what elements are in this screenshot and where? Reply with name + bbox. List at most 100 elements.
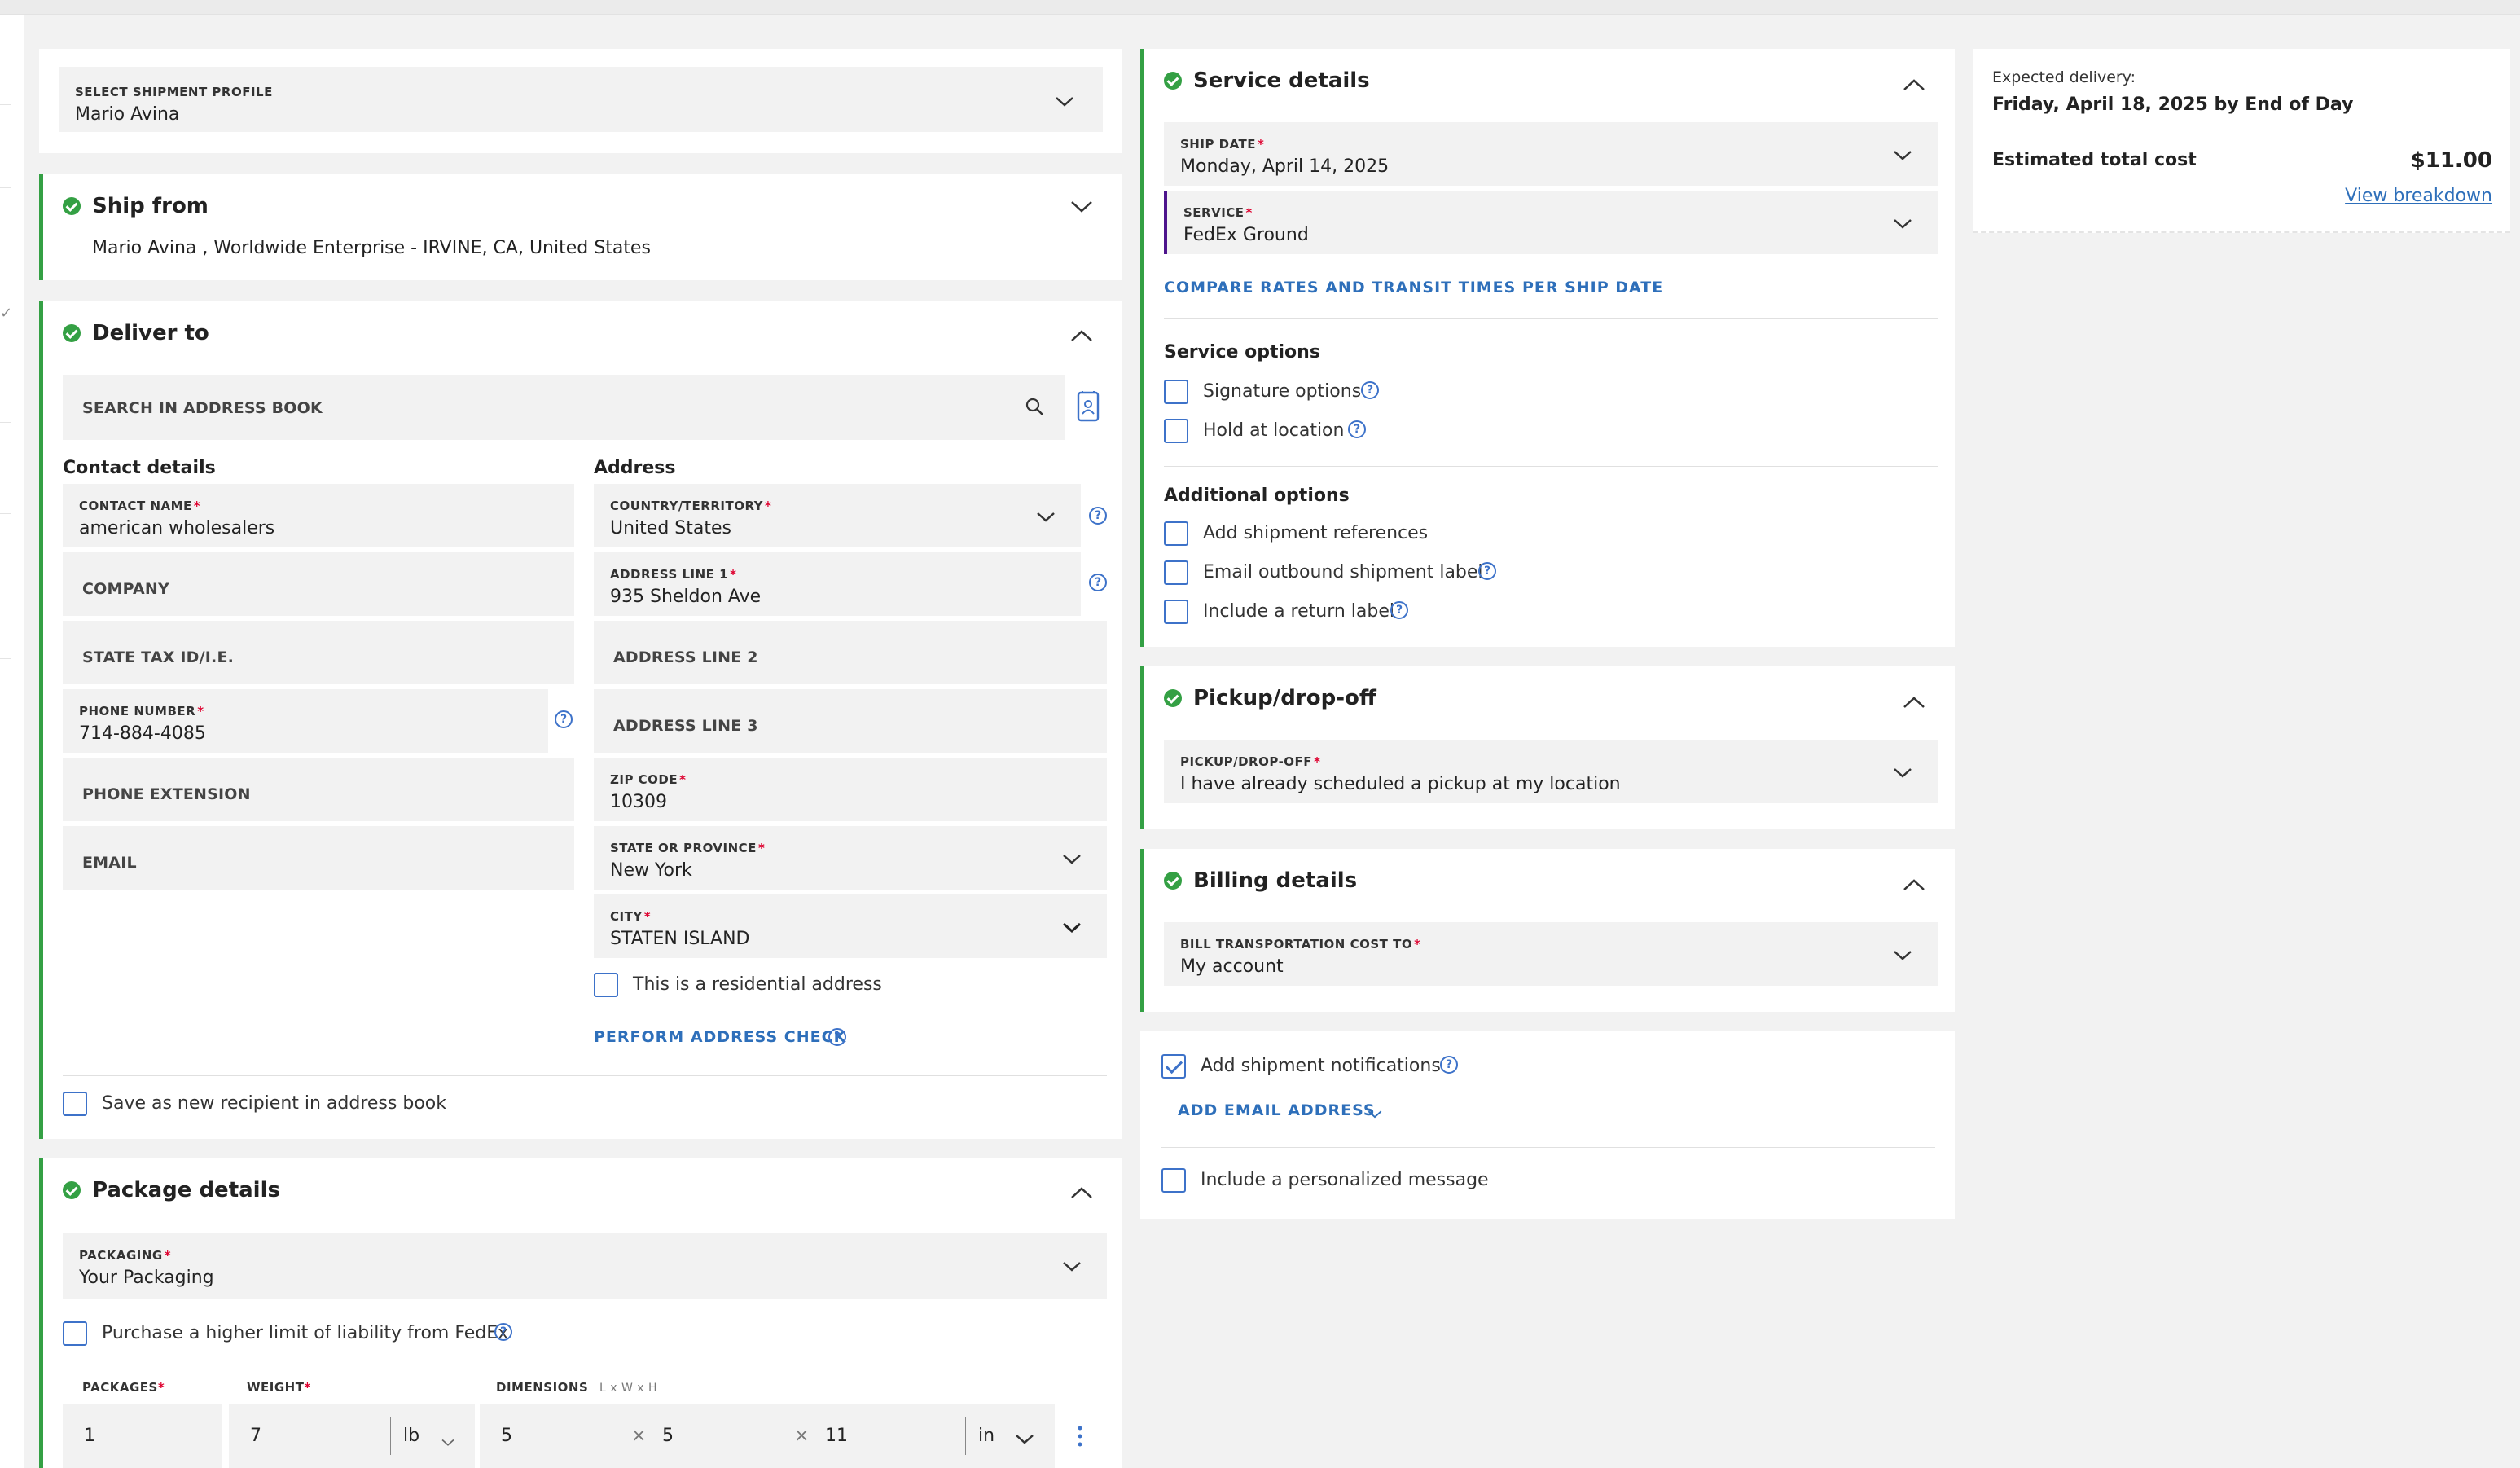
phone-extension-field[interactable]: PHONE EXTENSION bbox=[63, 758, 574, 821]
personalized-message-label: Include a personalized message bbox=[1201, 1170, 1489, 1190]
search-icon[interactable] bbox=[1024, 396, 1047, 419]
dim-unit-select[interactable]: in bbox=[978, 1426, 994, 1446]
left-nav-strip: ✓ bbox=[0, 15, 24, 1468]
compare-rates-link[interactable]: COMPARE RATES AND TRANSIT TIMES PER SHIP… bbox=[1164, 279, 1663, 297]
address-book-icon[interactable] bbox=[1076, 391, 1100, 422]
help-icon[interactable]: ? bbox=[1440, 1056, 1458, 1074]
chevron-down-icon bbox=[1014, 1431, 1035, 1444]
email-label-checkbox[interactable] bbox=[1164, 560, 1188, 585]
liability-checkbox[interactable] bbox=[63, 1321, 87, 1346]
field-placeholder: ADDRESS LINE 3 bbox=[613, 717, 758, 735]
help-icon[interactable]: ? bbox=[828, 1028, 846, 1046]
more-vertical-icon[interactable] bbox=[1076, 1424, 1084, 1448]
field-placeholder: COMPANY bbox=[82, 580, 169, 598]
chevron-down-icon[interactable] bbox=[1069, 199, 1094, 215]
chevron-up-icon[interactable] bbox=[1902, 77, 1926, 93]
times-icon: × bbox=[794, 1426, 810, 1446]
section-title: Package details bbox=[92, 1178, 280, 1202]
signature-options-checkbox[interactable] bbox=[1164, 380, 1188, 404]
chevron-up-icon[interactable] bbox=[1069, 327, 1094, 344]
help-icon[interactable]: ? bbox=[1361, 381, 1379, 399]
chevron-down-icon bbox=[1054, 93, 1075, 107]
ship-date-select[interactable]: SHIP DATE * Monday, April 14, 2025 bbox=[1164, 122, 1938, 186]
help-icon[interactable]: ? bbox=[555, 710, 573, 728]
state-select[interactable]: STATE OR PROVINCE * New York bbox=[594, 826, 1107, 890]
company-field[interactable]: COMPANY bbox=[63, 552, 574, 616]
service-options-heading: Service options bbox=[1164, 342, 1320, 363]
field-label: CITY * bbox=[610, 909, 652, 924]
search-placeholder: SEARCH IN ADDRESS BOOK bbox=[82, 399, 323, 417]
divider bbox=[1161, 1147, 1935, 1148]
weight-unit-select[interactable]: lb bbox=[403, 1426, 419, 1446]
field-value: Mario Avina bbox=[75, 104, 180, 125]
weight-column-label: WEIGHT* bbox=[247, 1380, 311, 1395]
field-label: SELECT SHIPMENT PROFILE bbox=[75, 85, 273, 99]
field-value: 935 Sheldon Ave bbox=[610, 587, 762, 607]
chevron-up-icon[interactable] bbox=[1069, 1185, 1094, 1201]
shipment-notifications-checkbox[interactable] bbox=[1161, 1054, 1186, 1079]
address-line-1-field[interactable]: ADDRESS LINE 1 * 935 Sheldon Ave bbox=[594, 552, 1081, 616]
contact-name-field[interactable]: CONTACT NAME * american wholesalers bbox=[63, 484, 574, 547]
dim-length: 5 bbox=[501, 1426, 512, 1446]
zip-code-field[interactable]: ZIP CODE * 10309 bbox=[594, 758, 1107, 821]
shipment-profile-select[interactable]: SELECT SHIPMENT PROFILE Mario Avina bbox=[59, 67, 1103, 132]
chevron-up-icon[interactable] bbox=[1902, 877, 1926, 893]
personalized-message-checkbox[interactable] bbox=[1161, 1168, 1186, 1193]
pickup-select[interactable]: PICKUP/DROP-OFF * I have already schedule… bbox=[1164, 740, 1938, 803]
residential-checkbox[interactable] bbox=[594, 973, 618, 997]
service-details-card: Service details SHIP DATE * Monday, April… bbox=[1140, 49, 1955, 647]
view-breakdown-link[interactable]: View breakdown bbox=[2345, 186, 2492, 206]
return-label-checkbox[interactable] bbox=[1164, 600, 1188, 624]
address-line-2-field[interactable]: ADDRESS LINE 2 bbox=[594, 621, 1107, 684]
email-label-label: Email outbound shipment label bbox=[1203, 562, 1483, 582]
help-icon[interactable]: ? bbox=[494, 1323, 512, 1341]
help-icon[interactable]: ? bbox=[1478, 562, 1496, 580]
help-icon[interactable]: ? bbox=[1089, 507, 1107, 525]
dimensions-input[interactable]: 5 × 5 × 11 in bbox=[480, 1404, 1055, 1468]
hold-at-location-checkbox[interactable] bbox=[1164, 419, 1188, 443]
address-line-3-field[interactable]: ADDRESS LINE 3 bbox=[594, 689, 1107, 753]
perform-address-check-link[interactable]: PERFORM ADDRESS CHECK bbox=[594, 1028, 846, 1046]
bill-transportation-select[interactable]: BILL TRANSPORTATION COST TO * My account bbox=[1164, 922, 1938, 986]
shipment-notifications-label: Add shipment notifications bbox=[1201, 1056, 1441, 1076]
save-recipient-label: Save as new recipient in address book bbox=[102, 1093, 446, 1114]
field-value: Monday, April 14, 2025 bbox=[1180, 156, 1390, 177]
city-select[interactable]: CITY * STATEN ISLAND bbox=[594, 894, 1107, 958]
shipment-references-checkbox[interactable] bbox=[1164, 521, 1188, 546]
packages-input[interactable]: 1 bbox=[63, 1404, 222, 1468]
phone-number-field[interactable]: PHONE NUMBER * 714-884-4085 bbox=[63, 689, 548, 753]
field-label: BILL TRANSPORTATION COST TO * bbox=[1180, 937, 1421, 952]
divider bbox=[63, 1075, 1107, 1076]
help-icon[interactable]: ? bbox=[1348, 420, 1366, 438]
email-field[interactable]: EMAIL bbox=[63, 826, 574, 890]
notifications-card: Add shipment notifications ? ADD EMAIL A… bbox=[1140, 1031, 1955, 1219]
hold-at-location-label: Hold at location bbox=[1203, 420, 1345, 441]
chevron-down-icon bbox=[1061, 850, 1082, 864]
chevron-down-icon bbox=[1061, 1258, 1082, 1272]
field-value: 7 bbox=[250, 1426, 261, 1446]
field-value: 10309 bbox=[610, 792, 667, 812]
chevron-up-icon[interactable] bbox=[1902, 694, 1926, 710]
return-label-label: Include a return label bbox=[1203, 601, 1395, 622]
state-tax-field[interactable]: STATE TAX ID/I.E. bbox=[63, 621, 574, 684]
chevron-down-icon[interactable] bbox=[1367, 1105, 1383, 1119]
contact-details-heading: Contact details bbox=[63, 458, 216, 478]
weight-input[interactable]: 7 lb bbox=[229, 1404, 475, 1468]
liability-label: Purchase a higher limit of liability fro… bbox=[102, 1323, 509, 1343]
help-icon[interactable]: ? bbox=[1390, 601, 1408, 619]
chevron-down-icon bbox=[1892, 764, 1913, 778]
country-select[interactable]: COUNTRY/TERRITORY * United States bbox=[594, 484, 1081, 547]
chevron-down-icon bbox=[441, 1432, 455, 1446]
address-heading: Address bbox=[594, 458, 676, 478]
save-recipient-checkbox[interactable] bbox=[63, 1092, 87, 1116]
packaging-select[interactable]: PACKAGING * Your Packaging bbox=[63, 1233, 1107, 1299]
check-circle-icon bbox=[1164, 689, 1182, 707]
expected-delivery-value: Friday, April 18, 2025 by End of Day bbox=[1992, 94, 2354, 115]
billing-card: Billing details BILL TRANSPORTATION COST… bbox=[1140, 849, 1955, 1012]
address-book-search-input[interactable]: SEARCH IN ADDRESS BOOK bbox=[63, 375, 1065, 440]
add-email-address-link[interactable]: ADD EMAIL ADDRESS bbox=[1178, 1101, 1376, 1119]
help-icon[interactable]: ? bbox=[1089, 574, 1107, 591]
field-label: ZIP CODE * bbox=[610, 772, 687, 787]
field-label: COUNTRY/TERRITORY * bbox=[610, 499, 772, 513]
service-select[interactable]: SERVICE * FedEx Ground bbox=[1164, 191, 1938, 254]
